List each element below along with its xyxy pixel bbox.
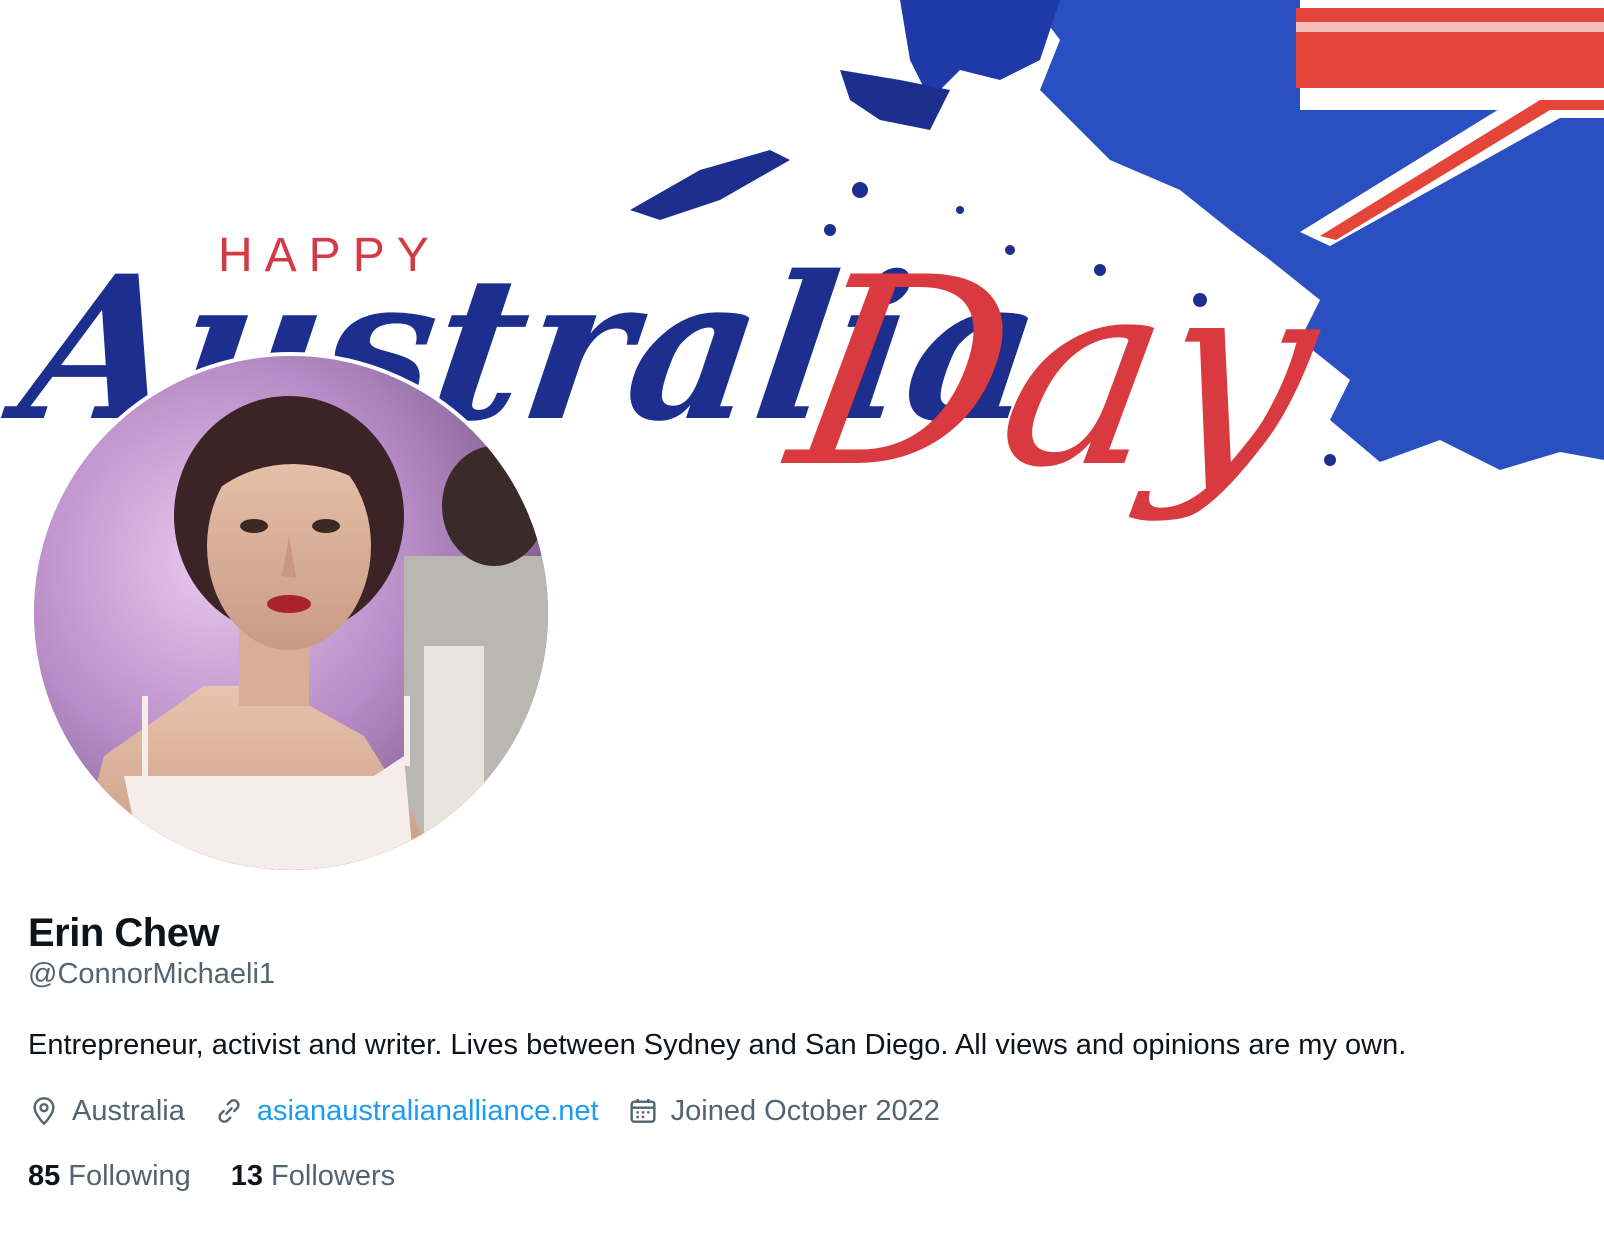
profile-page: HAPPY Australia Day Erin Chew @ConnorMic…	[0, 0, 1604, 1248]
follow-counts: 85 Following 13 Followers	[28, 1156, 435, 1196]
following-link[interactable]: 85 Following	[28, 1156, 191, 1196]
banner-day-text: Day	[773, 223, 1337, 525]
profile-meta: Australia asianaustralianalliance.net Jo…	[28, 1090, 968, 1132]
location-pin-icon	[33, 1097, 55, 1126]
display-name: Erin Chew	[28, 911, 220, 955]
profile-bio: Entrepreneur, activist and writer. Lives…	[28, 1029, 1407, 1061]
location-text: Australia	[72, 1094, 185, 1127]
joined-text: Joined October 2022	[670, 1094, 940, 1127]
location-item: Australia	[28, 1095, 185, 1128]
link-icon	[218, 1099, 240, 1123]
followers-count: 13	[230, 1160, 264, 1192]
following-label: Following	[68, 1160, 191, 1192]
followers-link[interactable]: 13 Followers	[231, 1156, 395, 1196]
calendar-icon	[630, 1099, 656, 1123]
followers-label: Followers	[271, 1160, 396, 1192]
avatar-photo	[34, 356, 548, 870]
following-count: 85	[28, 1160, 61, 1192]
website-item[interactable]: asianaustralianalliance.net	[213, 1095, 599, 1128]
joined-item: Joined October 2022	[627, 1095, 940, 1128]
avatar[interactable]	[30, 352, 552, 874]
website-link[interactable]: asianaustralianalliance.net	[257, 1095, 599, 1128]
user-handle: @ConnorMichaeli1	[28, 958, 276, 990]
